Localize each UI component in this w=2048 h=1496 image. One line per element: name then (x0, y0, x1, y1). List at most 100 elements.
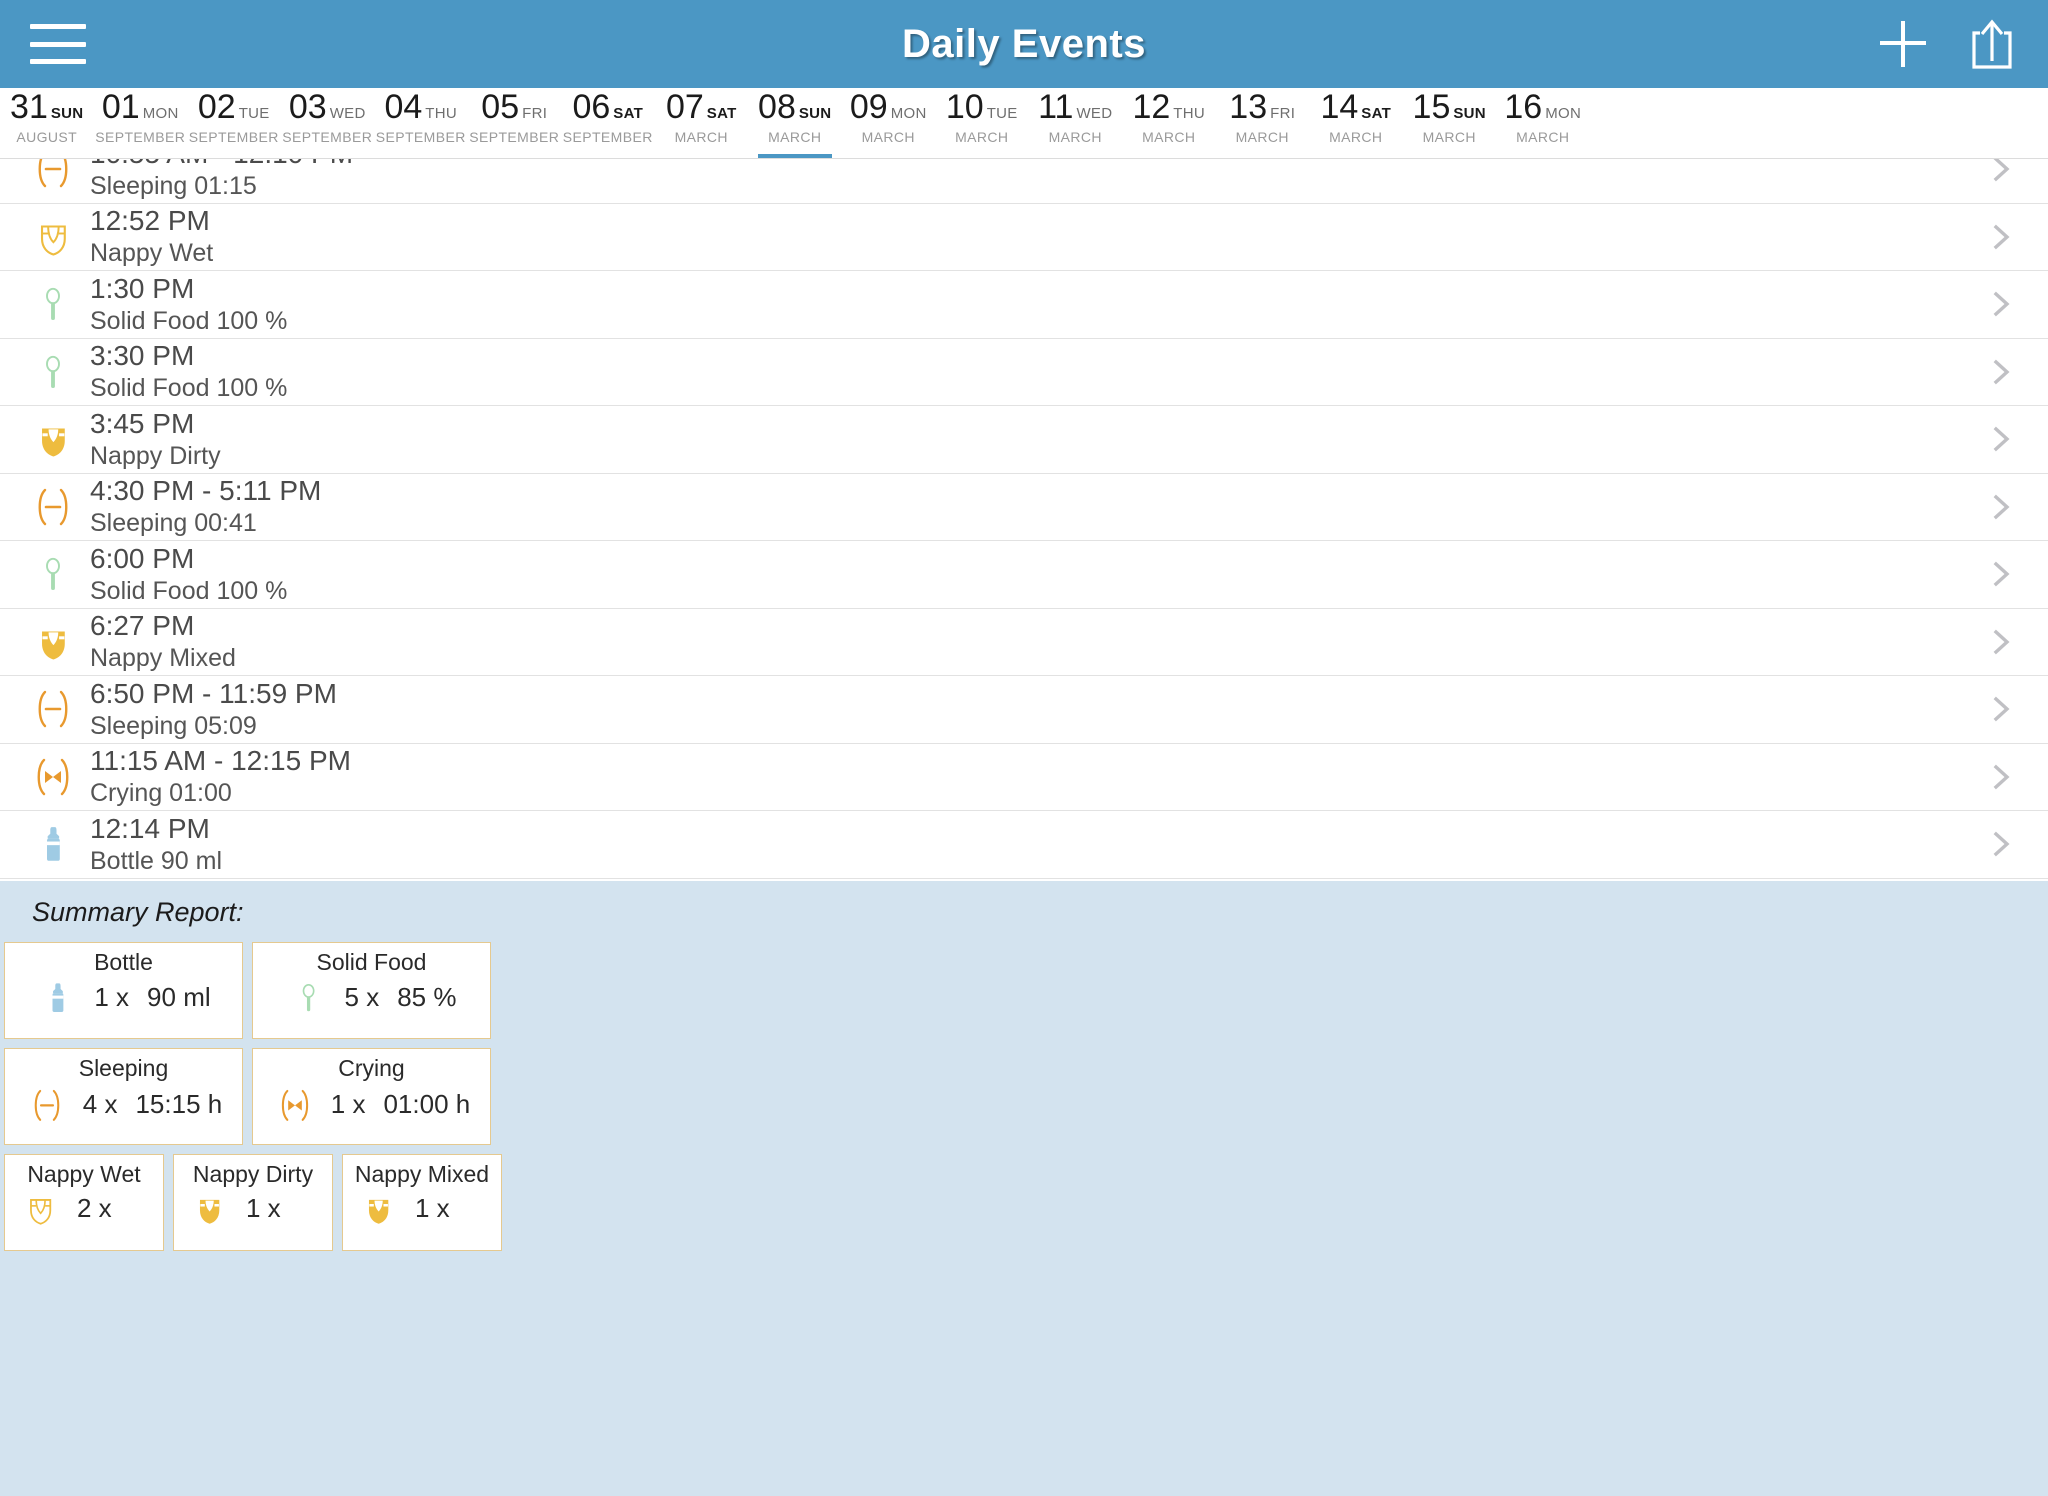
chevron-right-icon[interactable] (1982, 352, 2022, 392)
event-text: 12:52 PM Nappy Wet (84, 204, 1982, 269)
date-tab-day: 05 (481, 88, 520, 126)
event-row[interactable]: 12:14 PM Bottle 90 ml (0, 811, 2048, 879)
chevron-right-icon[interactable] (1982, 217, 2022, 257)
date-tab-03-september[interactable]: 03 WED SEPTEMBER (281, 88, 375, 158)
date-tab-14-march[interactable]: 14 SAT MARCH (1309, 88, 1403, 158)
event-row[interactable]: 3:45 PM Nappy Dirty (0, 406, 2048, 474)
date-tab-day: 13 (1229, 88, 1268, 126)
event-list[interactable]: 10:55 AM - 12:10 PMSleeping 01:1512:52 P… (0, 159, 2048, 881)
event-description: Solid Food 100 % (90, 374, 288, 403)
date-tab-12-march[interactable]: 12 THU MARCH (1122, 88, 1216, 158)
chevron-right-icon[interactable] (1982, 284, 2022, 324)
share-icon[interactable] (1970, 17, 2014, 71)
summary-card-grid: Bottle 1 x 90 ml Solid Food 5 x 85 % Sleeping 4… (0, 942, 2048, 1251)
event-row[interactable]: 12:52 PM Nappy Wet (0, 204, 2048, 271)
event-row[interactable]: 11:15 AM - 12:15 PM Crying 01:00 (0, 744, 2048, 811)
date-tab-09-march[interactable]: 09 MON MARCH (842, 88, 936, 158)
date-strip[interactable]: 31 SUN AUGUST 01 MON SEPTEMBER 02 TUE SEPTEMBER 0… (0, 88, 2048, 159)
chevron-right-icon[interactable] (1982, 689, 2022, 729)
event-description: Sleeping 01:15 (90, 171, 257, 200)
date-tab-day: 04 (384, 88, 423, 126)
date-tab-16-march[interactable]: 16 MON MARCH (1496, 88, 1590, 158)
event-row[interactable]: 6:00 PM Solid Food 100 % (0, 541, 2048, 609)
app-header: Daily Events (0, 0, 2048, 88)
summary-card-sleeping[interactable]: Sleeping 4 x 15:15 h (4, 1048, 243, 1145)
date-tab-15-march[interactable]: 15 SUN MARCH (1403, 88, 1497, 158)
chevron-right-icon[interactable] (1982, 159, 2022, 189)
date-tab-top: 02 TUE (187, 89, 281, 126)
date-tab-dow: SUN (798, 105, 832, 122)
summary-card-bottle[interactable]: Bottle 1 x 90 ml (4, 942, 243, 1039)
date-tab-month: MARCH (674, 128, 728, 145)
chevron-right-icon[interactable] (1982, 622, 2022, 662)
date-tab-08-march[interactable]: 08 SUN MARCH (748, 88, 842, 158)
summary-card-body: 4 x 15:15 h (5, 1085, 242, 1126)
chevron-right-icon[interactable] (1982, 757, 2022, 797)
plus-icon[interactable] (1880, 21, 1926, 67)
date-tab-10-march[interactable]: 10 TUE MARCH (935, 88, 1029, 158)
sleeping-icon (22, 685, 84, 733)
event-text: 11:15 AM - 12:15 PM Crying 01:00 (84, 744, 1982, 809)
event-time: 10:55 AM - 12:10 PM (90, 159, 1982, 171)
date-tab-top: 16 MON (1496, 88, 1590, 126)
summary-report-section: Summary Report: Bottle 1 x 90 ml Solid Food… (0, 881, 2048, 1496)
event-description: Crying 01:00 (90, 779, 232, 808)
summary-card-label: Bottle (94, 949, 153, 975)
date-tab-13-march[interactable]: 13 FRI MARCH (1216, 88, 1310, 158)
solid-food-icon (287, 979, 331, 1016)
date-tab-top: 13 FRI (1216, 88, 1310, 126)
summary-card-nappy-mixed[interactable]: Nappy Mixed 1 x (342, 1154, 502, 1251)
chevron-right-icon[interactable] (1982, 419, 2022, 459)
hamburger-bar (30, 59, 86, 64)
chevron-right-icon[interactable] (1982, 487, 2022, 527)
event-row[interactable]: 4:30 PM - 5:11 PM Sleeping 00:41 (0, 474, 2048, 541)
event-row[interactable]: 1:30 PM Solid Food 100 % (0, 271, 2048, 339)
date-tab-dow: TUE (238, 105, 270, 122)
header-actions (1880, 17, 2014, 71)
event-time: 6:00 PM (90, 542, 195, 574)
summary-card-count: 5 x (344, 981, 380, 1012)
nappy-wet-icon (19, 1191, 63, 1227)
summary-card-value: 01:00 h (383, 1089, 471, 1120)
summary-card-label: Nappy Dirty (192, 1161, 314, 1187)
date-tab-dow: THU (1173, 105, 1206, 122)
summary-card-nappy-dirty[interactable]: Nappy Dirty 1 x (173, 1154, 333, 1251)
summary-card-crying[interactable]: Crying 1 x 01:00 h (252, 1048, 491, 1145)
summary-card-count: 1 x (246, 1192, 281, 1223)
date-tab-day: 16 (1504, 88, 1543, 126)
hamburger-bar (30, 24, 86, 29)
chevron-right-icon[interactable] (1982, 824, 2022, 864)
summary-card-values: 4 x 15:15 h (83, 1089, 222, 1120)
date-tab-01-september[interactable]: 01 MON SEPTEMBER (94, 88, 188, 158)
event-time: 6:50 PM - 11:59 PM (90, 677, 337, 709)
event-time: 11:15 AM - 12:15 PM (90, 745, 351, 777)
event-row[interactable]: 10:55 AM - 12:10 PMSleeping 01:15 (0, 159, 2048, 204)
event-row[interactable]: 3:30 PM Solid Food 100 % (0, 339, 2048, 406)
date-tab-05-september[interactable]: 05 FRI SEPTEMBER (468, 88, 562, 158)
date-tab-06-september[interactable]: 06 SAT SEPTEMBER (561, 88, 655, 158)
summary-card-solid-food[interactable]: Solid Food 5 x 85 % (252, 942, 491, 1039)
date-tab-month: MARCH (955, 128, 1009, 145)
date-tab-top: 01 MON (94, 89, 188, 126)
date-tab-07-march[interactable]: 07 SAT MARCH (655, 88, 749, 158)
summary-card-nappy-wet[interactable]: Nappy Wet 2 x (4, 1154, 164, 1251)
date-tab-04-september[interactable]: 04 THU SEPTEMBER (374, 88, 468, 158)
chevron-right-icon[interactable] (1982, 554, 2022, 594)
hamburger-icon[interactable] (30, 24, 86, 64)
summary-card-body: 1 x (174, 1191, 332, 1227)
date-tab-top: 03 WED (281, 89, 375, 126)
date-tab-dow: SAT (706, 105, 737, 122)
date-tab-31-august[interactable]: 31 SUN AUGUST (0, 88, 94, 158)
date-tab-day: 10 (945, 88, 984, 126)
date-tab-month: MARCH (1048, 128, 1102, 145)
date-tab-top: 14 SAT (1309, 89, 1403, 126)
event-row[interactable]: 6:50 PM - 11:59 PM Sleeping 05:09 (0, 676, 2048, 744)
date-tab-02-september[interactable]: 02 TUE SEPTEMBER (187, 88, 281, 158)
event-text: 12:14 PM Bottle 90 ml (84, 812, 1982, 877)
date-tab-month: MARCH (1235, 128, 1289, 145)
date-tab-11-march[interactable]: 11 WED MARCH (1029, 88, 1123, 158)
event-row[interactable]: 6:27 PM Nappy Mixed (0, 609, 2048, 676)
summary-card-body: 5 x 85 % (253, 979, 490, 1016)
date-tab-month: MARCH (768, 128, 822, 145)
nappy-wet-icon (22, 216, 84, 258)
